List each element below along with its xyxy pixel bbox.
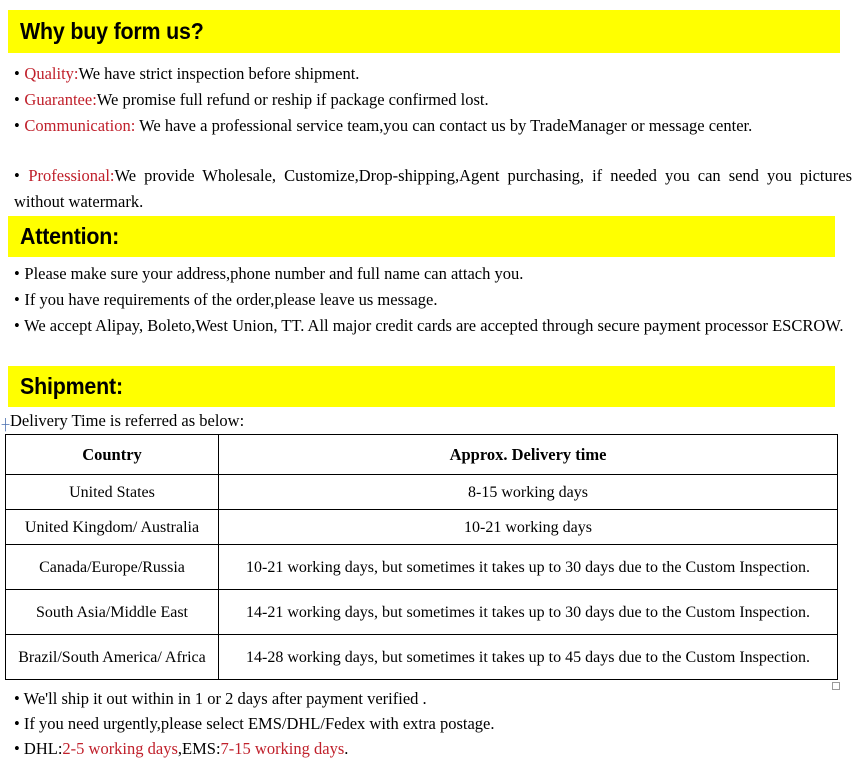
bullet-marker: • xyxy=(14,739,20,758)
section-title-shipment: Shipment: xyxy=(20,373,123,399)
bullet-text-guarantee: We promise full refund or reship if pack… xyxy=(96,90,489,109)
courier-dhl-value: 2-5 working days xyxy=(62,739,178,758)
cell-delivery-time: 14-28 working days, but sometimes it tak… xyxy=(218,634,838,680)
courier-dhl-label: DHL: xyxy=(23,739,63,758)
bullet-keyword-communication: Communication: xyxy=(24,116,136,135)
bullet-marker: • xyxy=(14,166,21,185)
bullet-guarantee: • Guarantee:We promise full refund or re… xyxy=(14,87,852,113)
table-row: United Kingdom/ Australia 10-21 working … xyxy=(5,509,838,545)
note-courier-times: • DHL:2-5 working days,EMS:7-15 working … xyxy=(14,736,852,761)
table-row: South Asia/Middle East 14-21 working day… xyxy=(5,589,838,635)
cell-country: United States xyxy=(5,474,219,510)
table-row: United States 8-15 working days xyxy=(5,474,838,510)
bullet-text-payments: We accept Alipay, Boleto,West Union, TT.… xyxy=(24,316,844,335)
note-ship-timing: • We'll ship it out within in 1 or 2 day… xyxy=(14,686,852,711)
delivery-time-lead-in: Delivery Time is referred as below: xyxy=(10,411,245,430)
section-header-why-buy: Why buy form us? xyxy=(8,10,840,53)
note-text-ship-timing: We'll ship it out within in 1 or 2 days … xyxy=(23,689,427,708)
bullet-marker: • xyxy=(14,689,20,708)
cell-country: Canada/Europe/Russia xyxy=(5,544,219,590)
cell-delivery-time: 8-15 working days xyxy=(218,474,838,510)
bullet-marker: • xyxy=(14,264,21,283)
bullet-marker: • xyxy=(14,290,21,309)
section-header-shipment: Shipment: xyxy=(8,366,835,407)
bullet-quality: • Quality:We have strict inspection befo… xyxy=(14,61,852,87)
cell-delivery-time: 10-21 working days xyxy=(218,509,838,545)
bullet-requirements: • If you have requirements of the order,… xyxy=(14,287,852,313)
bullet-keyword-quality: Quality: xyxy=(24,64,79,83)
bullet-text-address: Please make sure your address,phone numb… xyxy=(24,264,524,283)
courier-ems-value: 7-15 working days xyxy=(220,739,345,758)
table-row: Canada/Europe/Russia 10-21 working days,… xyxy=(5,544,838,590)
bullet-text-professional: We provide Wholesale, Customize,Drop-shi… xyxy=(14,166,852,211)
bullet-keyword-professional: Professional: xyxy=(28,166,115,185)
section-header-attention: Attention: xyxy=(8,216,835,257)
cell-delivery-time: 14-21 working days, but sometimes it tak… xyxy=(218,589,838,635)
bullet-marker: • xyxy=(14,714,20,733)
cell-country: Brazil/South America/ Africa xyxy=(5,634,219,680)
delivery-time-table: Country Approx. Delivery time United Sta… xyxy=(5,434,838,680)
courier-separator: ,EMS: xyxy=(177,739,221,758)
cell-country: South Asia/Middle East xyxy=(5,589,219,635)
bullet-address: • Please make sure your address,phone nu… xyxy=(14,261,852,287)
bullet-text-quality: We have strict inspection before shipmen… xyxy=(78,64,360,83)
bullet-marker: • xyxy=(14,90,21,109)
column-header-country: Country xyxy=(5,434,219,475)
note-text-urgent-shipping: If you need urgently,please select EMS/D… xyxy=(23,714,495,733)
bullet-marker: • xyxy=(14,316,21,335)
section-title-attention: Attention: xyxy=(20,223,120,249)
table-move-handle-icon[interactable]: ┼ xyxy=(0,420,11,431)
bullet-marker: • xyxy=(14,116,21,135)
bullet-professional: • Professional:We provide Wholesale, Cus… xyxy=(14,163,852,214)
bullet-communication: • Communication: We have a professional … xyxy=(14,113,852,139)
policy-page: Why buy form us? • Quality:We have stric… xyxy=(0,0,864,764)
column-header-delivery-time: Approx. Delivery time xyxy=(218,434,838,475)
bullet-payments: • We accept Alipay, Boleto,West Union, T… xyxy=(14,313,852,339)
table-row: Brazil/South America/ Africa 14-28 worki… xyxy=(5,634,838,680)
cell-country: United Kingdom/ Australia xyxy=(5,509,219,545)
courier-period: . xyxy=(344,739,349,758)
note-urgent-shipping: • If you need urgently,please select EMS… xyxy=(14,711,852,736)
bullet-text-communication: We have a professional service team,you … xyxy=(135,116,753,135)
bullet-keyword-guarantee: Guarantee: xyxy=(24,90,97,109)
bullet-marker: • xyxy=(14,64,21,83)
cell-delivery-time: 10-21 working days, but sometimes it tak… xyxy=(218,544,838,590)
table-header-row: Country Approx. Delivery time xyxy=(5,434,838,475)
bullet-text-requirements: If you have requirements of the order,pl… xyxy=(24,290,438,309)
section-title-why-buy: Why buy form us? xyxy=(20,18,204,44)
